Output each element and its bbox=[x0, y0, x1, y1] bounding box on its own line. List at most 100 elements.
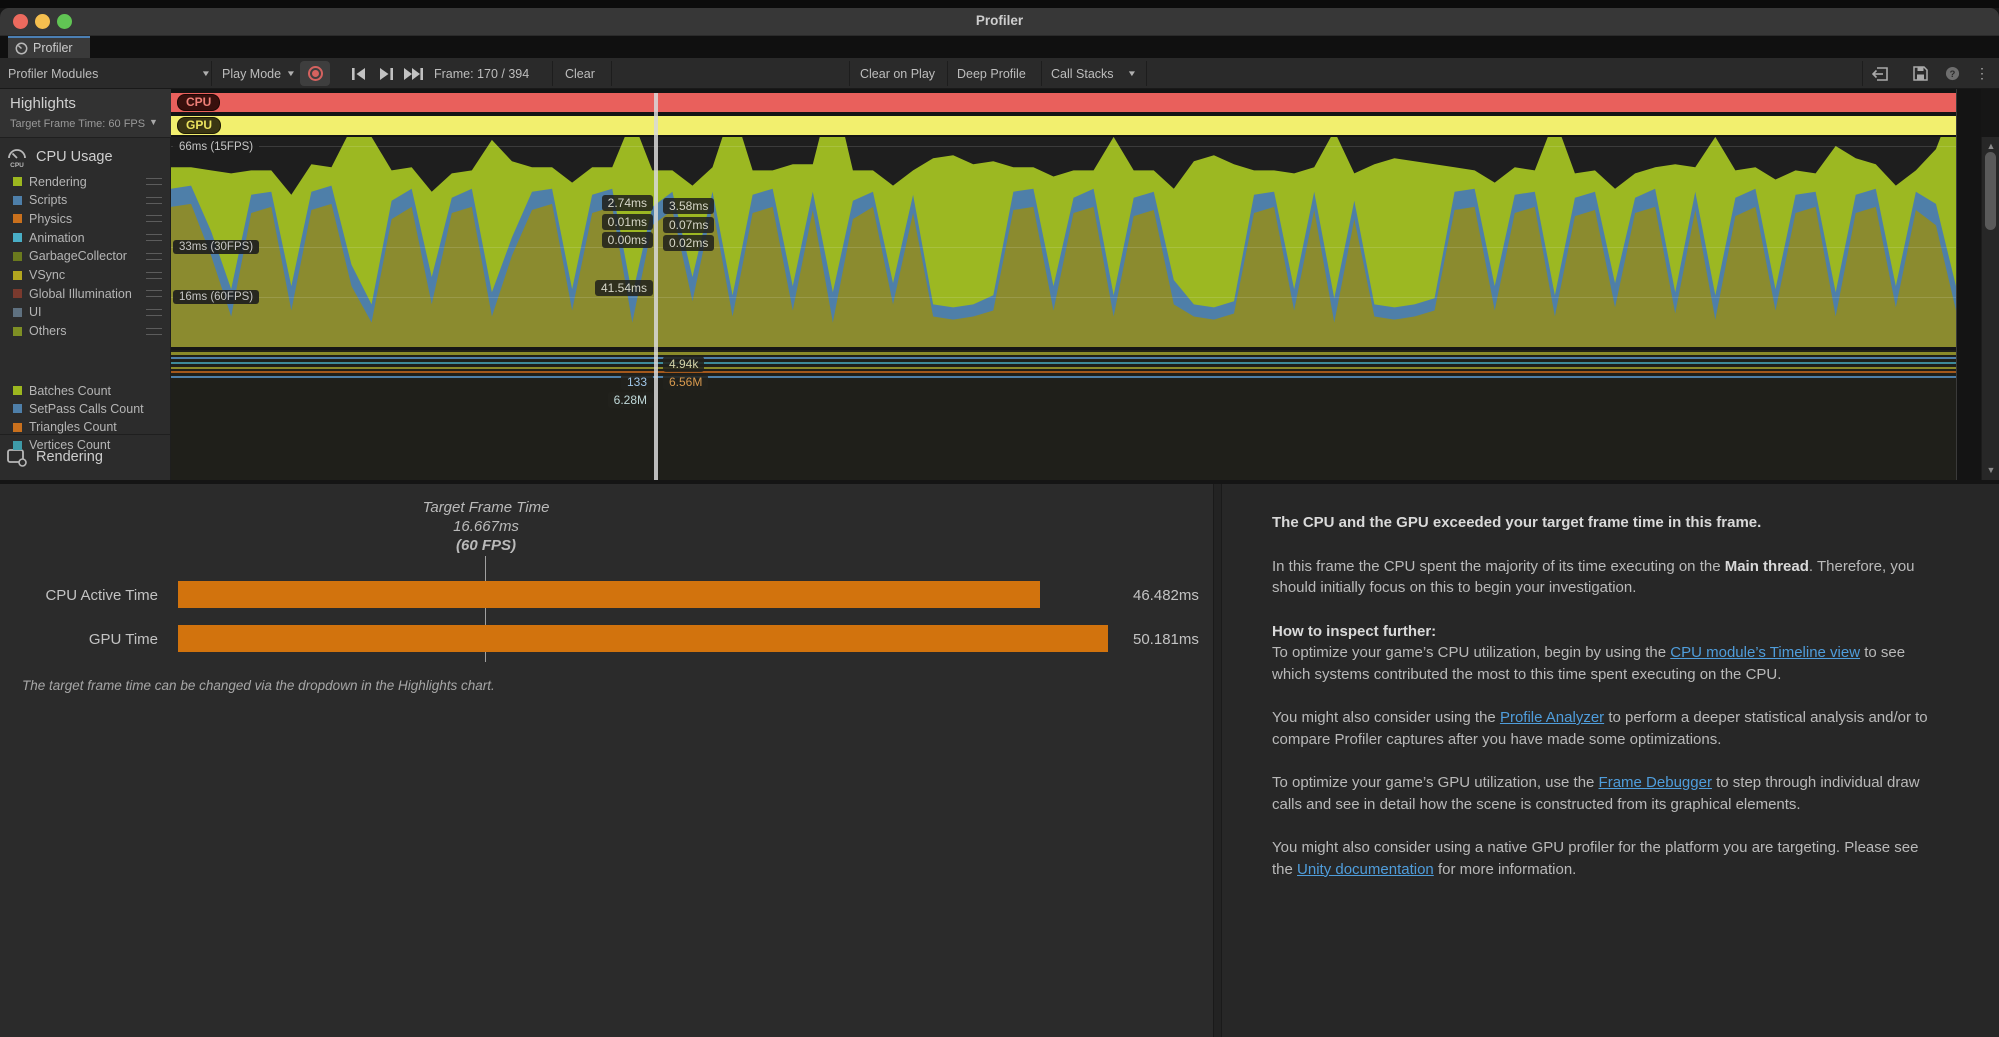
drag-handle-icon[interactable] bbox=[146, 215, 162, 222]
cpu-usage-area-chart bbox=[171, 137, 1956, 347]
drag-handle-icon[interactable] bbox=[146, 309, 162, 316]
advice-bold-text: Main thread bbox=[1725, 558, 1809, 575]
profiler-modules-dropdown[interactable]: Profiler Modules bbox=[8, 58, 98, 89]
advice-link[interactable]: CPU module’s Timeline view bbox=[1670, 644, 1860, 661]
chevron-down-icon: ▼ bbox=[201, 69, 211, 78]
cpu-legend-item-physics[interactable]: Physics bbox=[0, 209, 171, 228]
detail-bar-label: CPU Active Time bbox=[0, 587, 158, 604]
render-legend-item-batches-count[interactable]: Batches Count bbox=[0, 381, 171, 400]
advice-text: for more information. bbox=[1434, 861, 1577, 878]
legend-label: SetPass Calls Count bbox=[29, 402, 144, 416]
cpu-highlight-bar[interactable]: CPU bbox=[171, 93, 1975, 112]
cpu-legend-item-vsync[interactable]: VSync bbox=[0, 266, 171, 285]
selected-frame-value: 4.94k bbox=[663, 356, 704, 372]
load-icon bbox=[1872, 67, 1888, 81]
save-profile-button[interactable] bbox=[1906, 61, 1934, 86]
cpu-pill-label: CPU bbox=[177, 94, 220, 111]
target-frame-time-dropdown[interactable]: Target Frame Time: 60 FPS bbox=[10, 118, 145, 130]
legend-label: Others bbox=[29, 324, 67, 338]
clear-button[interactable]: Clear bbox=[565, 58, 595, 89]
legend-color-swatch bbox=[13, 404, 22, 413]
cpu-legend-item-rendering[interactable]: Rendering bbox=[0, 172, 171, 191]
rendering-chart-series-line bbox=[171, 352, 1956, 355]
selected-frame-value: 41.54ms bbox=[595, 280, 653, 296]
detail-bar-label: GPU Time bbox=[0, 631, 158, 648]
record-icon bbox=[308, 66, 323, 81]
scroll-up-icon[interactable]: ▲ bbox=[1982, 141, 1999, 151]
chart-scrollbar[interactable]: ▲ ▼ bbox=[1981, 137, 1999, 480]
deep-profile-toggle[interactable]: Deep Profile bbox=[957, 58, 1026, 89]
cpu-usage-module-header[interactable]: CPU CPU Usage bbox=[6, 146, 113, 168]
load-profile-button[interactable] bbox=[1866, 61, 1894, 86]
cpu-chart-gridline bbox=[171, 146, 1956, 147]
legend-label: Triangles Count bbox=[29, 420, 117, 434]
cpu-chart-gridline bbox=[171, 247, 1956, 248]
advice-link[interactable]: Frame Debugger bbox=[1599, 774, 1712, 791]
rendering-chart-series-line bbox=[171, 362, 1956, 364]
detail-bar bbox=[178, 581, 1040, 608]
target-frame-time-line2: 16.667ms bbox=[336, 517, 636, 536]
drag-handle-icon[interactable] bbox=[146, 328, 162, 335]
cpu-legend-item-global-illumination[interactable]: Global Illumination bbox=[0, 284, 171, 303]
advice-link[interactable]: Unity documentation bbox=[1297, 861, 1434, 878]
legend-color-swatch bbox=[13, 252, 22, 261]
drag-handle-icon[interactable] bbox=[146, 290, 162, 297]
drag-handle-icon[interactable] bbox=[146, 197, 162, 204]
cpu-legend-item-ui[interactable]: UI bbox=[0, 303, 171, 322]
legend-label: VSync bbox=[29, 268, 65, 282]
next-frame-button[interactable] bbox=[373, 61, 399, 86]
record-button[interactable] bbox=[300, 61, 330, 86]
profiler-window: Profiler Profiler Profiler Modules ▼ Pla… bbox=[0, 0, 1999, 1037]
drag-handle-icon[interactable] bbox=[146, 178, 162, 185]
highlights-chart[interactable]: CPU GPU bbox=[171, 89, 1981, 137]
selected-frame-value: 0.07ms bbox=[663, 217, 714, 233]
vertical-splitter[interactable] bbox=[1213, 484, 1222, 1037]
chevron-down-icon: ▼ bbox=[286, 69, 296, 78]
cpu-legend-item-scripts[interactable]: Scripts bbox=[0, 191, 171, 210]
rendering-chart[interactable]: 1336.28M4.94k6.56M bbox=[171, 350, 1956, 480]
legend-label: Animation bbox=[29, 231, 85, 245]
selected-frame-value: 0.02ms bbox=[663, 235, 714, 251]
help-button[interactable]: ? bbox=[1938, 61, 1966, 86]
drag-handle-icon[interactable] bbox=[146, 272, 162, 279]
selected-frame-value: 6.56M bbox=[663, 374, 708, 390]
detail-bar-value: 46.482ms bbox=[1133, 587, 1199, 604]
cpu-chart-gridline bbox=[171, 297, 1956, 298]
play-mode-label: Play Mode bbox=[222, 67, 281, 81]
more-menu-button[interactable]: ⋮ bbox=[1968, 61, 1996, 86]
clear-on-play-toggle[interactable]: Clear on Play bbox=[860, 58, 935, 89]
cpu-legend-item-others[interactable]: Others bbox=[0, 322, 171, 341]
render-legend-item-setpass-calls-count[interactable]: SetPass Calls Count bbox=[0, 399, 171, 418]
chevron-down-icon: ▼ bbox=[149, 117, 158, 127]
advice-paragraph: In this frame the CPU spent the majority… bbox=[1272, 556, 1939, 599]
highlights-title: Highlights bbox=[10, 95, 76, 112]
cpu-legend-item-garbagecollector[interactable]: GarbageCollector bbox=[0, 247, 171, 266]
selected-frame-value: 3.58ms bbox=[663, 198, 714, 214]
svg-text:?: ? bbox=[1949, 69, 1955, 79]
current-frame-button[interactable] bbox=[400, 61, 426, 86]
detail-bar-value: 50.181ms bbox=[1133, 631, 1199, 648]
call-stacks-label: Call Stacks bbox=[1051, 67, 1114, 81]
clear-on-play-label: Clear on Play bbox=[860, 67, 935, 81]
advice-paragraph: To optimize your game’s CPU utilization,… bbox=[1272, 642, 1939, 685]
legend-color-swatch bbox=[13, 386, 22, 395]
selected-frame-value: 0.01ms bbox=[602, 214, 653, 230]
gpu-highlight-bar[interactable]: GPU bbox=[171, 116, 1956, 135]
selected-frame-line[interactable] bbox=[654, 93, 658, 480]
scroll-down-icon[interactable]: ▼ bbox=[1982, 465, 1999, 475]
drag-handle-icon[interactable] bbox=[146, 234, 162, 241]
cpu-usage-chart[interactable]: 66ms (15FPS)33ms (30FPS)16ms (60FPS) 2.7… bbox=[171, 137, 1956, 347]
call-stacks-dropdown[interactable]: Call Stacks ▼ bbox=[1051, 58, 1135, 89]
tab-profiler[interactable]: Profiler bbox=[8, 36, 90, 58]
drag-handle-icon[interactable] bbox=[146, 253, 162, 260]
scrollbar-thumb[interactable] bbox=[1985, 152, 1996, 230]
first-frame-button[interactable] bbox=[345, 61, 371, 86]
highlights-module-header[interactable]: Highlights Target Frame Time: 60 FPS ▼ bbox=[0, 89, 171, 138]
cpu-legend-item-animation[interactable]: Animation bbox=[0, 228, 171, 247]
render-legend-item-triangles-count[interactable]: Triangles Count bbox=[0, 418, 171, 437]
render-legend-item-vertices-count[interactable]: Vertices Count bbox=[0, 436, 171, 455]
play-mode-dropdown[interactable]: Play Mode ▼ bbox=[222, 58, 295, 89]
advice-link[interactable]: Profile Analyzer bbox=[1500, 709, 1604, 726]
legend-color-swatch bbox=[13, 308, 22, 317]
module-sidebar: Highlights Target Frame Time: 60 FPS ▼ C… bbox=[0, 89, 171, 481]
